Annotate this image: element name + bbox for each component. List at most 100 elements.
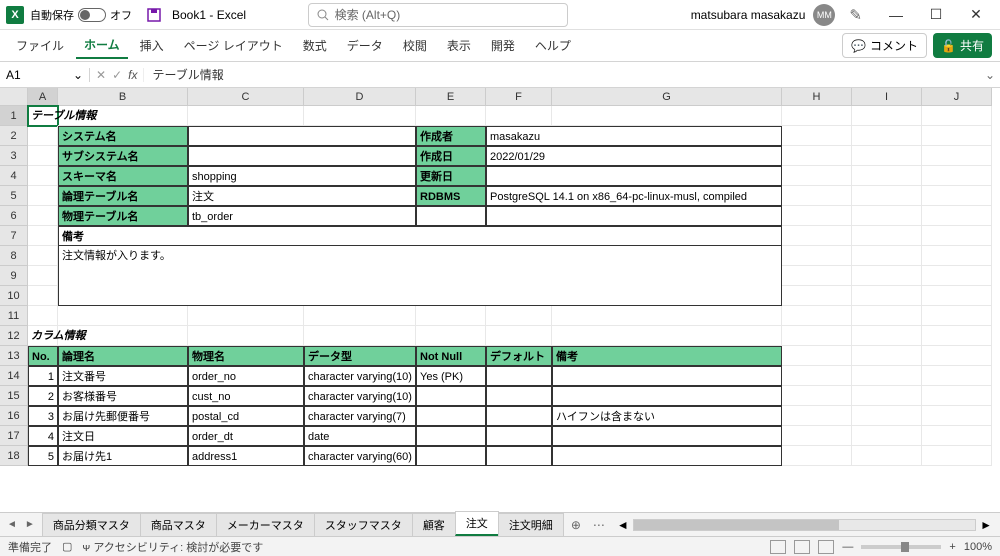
row-header-1[interactable]: 1 — [0, 106, 28, 126]
column-header-G[interactable]: G — [552, 88, 782, 106]
cell[interactable] — [852, 266, 922, 286]
cell[interactable] — [552, 106, 782, 126]
view-page-break-button[interactable] — [818, 540, 834, 554]
autosave-toggle[interactable] — [78, 8, 106, 22]
column-header-H[interactable]: H — [782, 88, 852, 106]
cell[interactable] — [782, 106, 852, 126]
cell[interactable]: 1 — [28, 366, 58, 386]
cell[interactable]: character varying(60) — [304, 446, 416, 466]
row-header-15[interactable]: 15 — [0, 386, 28, 406]
cell[interactable]: character varying(10) — [304, 366, 416, 386]
cell[interactable] — [852, 186, 922, 206]
zoom-out-button[interactable]: — — [842, 541, 853, 553]
cell[interactable] — [28, 126, 58, 146]
sheet-tab-3[interactable]: スタッフマスタ — [314, 513, 413, 536]
row-header-17[interactable]: 17 — [0, 426, 28, 446]
cell[interactable] — [188, 306, 304, 326]
cell[interactable] — [486, 326, 552, 346]
cell[interactable]: 更新日 — [416, 166, 486, 186]
cell[interactable] — [922, 426, 992, 446]
avatar[interactable]: MM — [813, 4, 835, 26]
save-icon[interactable] — [146, 7, 162, 23]
cell[interactable] — [416, 326, 486, 346]
cell[interactable] — [782, 426, 852, 446]
row-header-18[interactable]: 18 — [0, 446, 28, 466]
row-header-12[interactable]: 12 — [0, 326, 28, 346]
cell[interactable]: 備考 — [58, 226, 782, 246]
cell[interactable]: masakazu — [486, 126, 782, 146]
accessibility-status[interactable]: ᴪ アクセシビリティ: 検討が必要です — [82, 539, 263, 555]
cell[interactable] — [28, 246, 58, 266]
cell[interactable] — [922, 166, 992, 186]
cell[interactable] — [782, 406, 852, 426]
cell[interactable] — [58, 306, 188, 326]
cell[interactable] — [852, 326, 922, 346]
cell[interactable] — [852, 126, 922, 146]
cell[interactable]: 論理名 — [58, 346, 188, 366]
cell[interactable]: cust_no — [188, 386, 304, 406]
cell[interactable] — [28, 286, 58, 306]
search-box[interactable]: 検索 (Alt+Q) — [308, 3, 568, 27]
cell[interactable] — [782, 266, 852, 286]
cell[interactable] — [852, 306, 922, 326]
cell[interactable] — [852, 426, 922, 446]
cell[interactable]: 2022/01/29 — [486, 146, 782, 166]
cell[interactable] — [416, 306, 486, 326]
row-header-9[interactable]: 9 — [0, 266, 28, 286]
pen-icon[interactable]: ✎ — [843, 6, 868, 24]
cell[interactable]: character varying(7) — [304, 406, 416, 426]
cell[interactable]: address1 — [188, 446, 304, 466]
cell[interactable] — [852, 446, 922, 466]
scroll-left-icon[interactable]: ◄ — [617, 518, 629, 532]
column-header-I[interactable]: I — [852, 88, 922, 106]
cell[interactable] — [922, 386, 992, 406]
cell[interactable] — [552, 366, 782, 386]
cell[interactable] — [852, 226, 922, 246]
cell[interactable] — [486, 446, 552, 466]
cell[interactable] — [782, 226, 852, 246]
cell[interactable]: お客様番号 — [58, 386, 188, 406]
cell[interactable] — [852, 106, 922, 126]
cell[interactable] — [416, 206, 486, 226]
cell[interactable] — [922, 146, 992, 166]
cell[interactable] — [922, 126, 992, 146]
cell[interactable]: 作成者 — [416, 126, 486, 146]
row-header-7[interactable]: 7 — [0, 226, 28, 246]
cell[interactable]: PostgreSQL 14.1 on x86_64-pc-linux-musl,… — [486, 186, 782, 206]
cell[interactable] — [552, 326, 782, 346]
cell[interactable] — [486, 366, 552, 386]
cell[interactable] — [58, 286, 782, 306]
row-header-4[interactable]: 4 — [0, 166, 28, 186]
cell[interactable] — [852, 286, 922, 306]
row-header-10[interactable]: 10 — [0, 286, 28, 306]
cell[interactable]: tb_order — [188, 206, 416, 226]
select-all-corner[interactable] — [0, 88, 28, 106]
cell[interactable]: RDBMS — [416, 186, 486, 206]
comments-button[interactable]: 💬 コメント — [842, 33, 927, 58]
cell[interactable] — [782, 446, 852, 466]
cell[interactable] — [552, 446, 782, 466]
cell[interactable]: Not Null — [416, 346, 486, 366]
cell[interactable]: 4 — [28, 426, 58, 446]
sheet-nav-prev[interactable]: ◄ — [4, 517, 20, 532]
ribbon-tab-8[interactable]: 開発 — [483, 33, 523, 58]
fx-icon[interactable]: fx — [128, 68, 137, 82]
cell[interactable] — [782, 166, 852, 186]
cell[interactable] — [486, 206, 782, 226]
ribbon-tab-2[interactable]: 挿入 — [132, 33, 172, 58]
share-button[interactable]: 🔓 共有 — [933, 33, 992, 58]
zoom-slider[interactable] — [861, 545, 941, 549]
cell[interactable]: 5 — [28, 446, 58, 466]
cell[interactable] — [188, 126, 416, 146]
cell[interactable] — [416, 106, 486, 126]
cell[interactable]: 2 — [28, 386, 58, 406]
cell[interactable] — [28, 266, 58, 286]
cell[interactable] — [416, 426, 486, 446]
row-header-13[interactable]: 13 — [0, 346, 28, 366]
cell[interactable] — [486, 386, 552, 406]
cell[interactable] — [922, 366, 992, 386]
ribbon-tab-5[interactable]: データ — [339, 33, 391, 58]
cell[interactable]: 注文番号 — [58, 366, 188, 386]
cell[interactable] — [922, 326, 992, 346]
cell[interactable] — [782, 326, 852, 346]
